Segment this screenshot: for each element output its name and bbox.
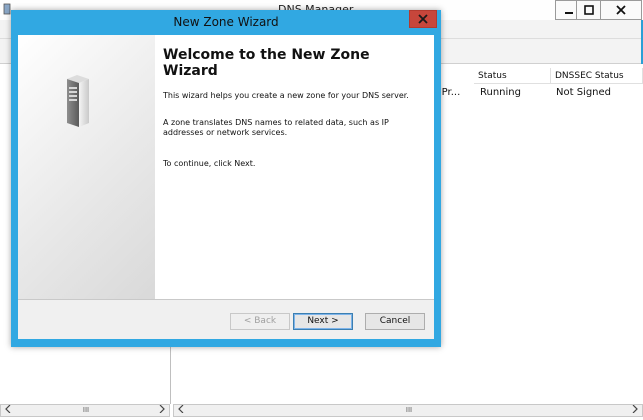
- wizard-side-banner: [18, 35, 155, 299]
- wizard-separator: [18, 299, 434, 300]
- column-header-status[interactable]: Status: [474, 68, 551, 84]
- scroll-thumb[interactable]: III: [17, 407, 155, 414]
- server-icon: [67, 75, 89, 127]
- close-icon: [418, 14, 428, 24]
- wizard-title: New Zone Wizard: [173, 15, 279, 29]
- right-horizontal-scrollbar[interactable]: III: [173, 404, 643, 417]
- arrow-right-icon: [159, 404, 165, 414]
- wizard-paragraph-intro: This wizard helps you create a new zone …: [163, 91, 409, 100]
- new-zone-wizard-dialog: New Zone Wizard Welcome to the New Zone …: [11, 10, 441, 347]
- column-header-dnssec-status[interactable]: DNSSEC Status: [551, 68, 643, 84]
- wizard-body: Welcome to the New Zone Wizard This wiza…: [18, 35, 434, 339]
- maximize-button[interactable]: [576, 0, 602, 20]
- cell-status[interactable]: Running: [480, 87, 521, 98]
- arrow-right-icon: [632, 404, 638, 414]
- back-button[interactable]: < Back: [230, 313, 290, 330]
- close-button[interactable]: [600, 0, 642, 20]
- app-icon: [3, 3, 11, 15]
- wizard-heading: Welcome to the New Zone Wizard: [163, 47, 370, 79]
- scroll-left-button[interactable]: [1, 404, 14, 416]
- wizard-content: Welcome to the New Zone Wizard This wiza…: [155, 35, 434, 299]
- arrow-left-icon: [4, 404, 10, 414]
- wizard-paragraph-zone: A zone translates DNS names to related d…: [163, 118, 389, 137]
- minimize-icon: [565, 12, 573, 14]
- wizard-paragraph-continue: To continue, click Next.: [163, 159, 256, 168]
- cancel-button[interactable]: Cancel: [365, 313, 425, 330]
- maximize-icon: [584, 5, 594, 15]
- wizard-close-button[interactable]: [409, 10, 437, 28]
- scroll-right-button[interactable]: [155, 404, 168, 416]
- scroll-right-button[interactable]: [628, 404, 641, 416]
- arrow-left-icon: [177, 404, 183, 414]
- cell-dnssec-status[interactable]: Not Signed: [556, 87, 611, 98]
- left-horizontal-scrollbar[interactable]: III: [0, 404, 170, 417]
- scroll-thumb[interactable]: III: [190, 407, 628, 414]
- close-icon: [616, 5, 626, 15]
- wizard-titlebar[interactable]: New Zone Wizard: [11, 10, 441, 34]
- scroll-left-button[interactable]: [174, 404, 187, 416]
- next-button[interactable]: Next >: [293, 313, 353, 330]
